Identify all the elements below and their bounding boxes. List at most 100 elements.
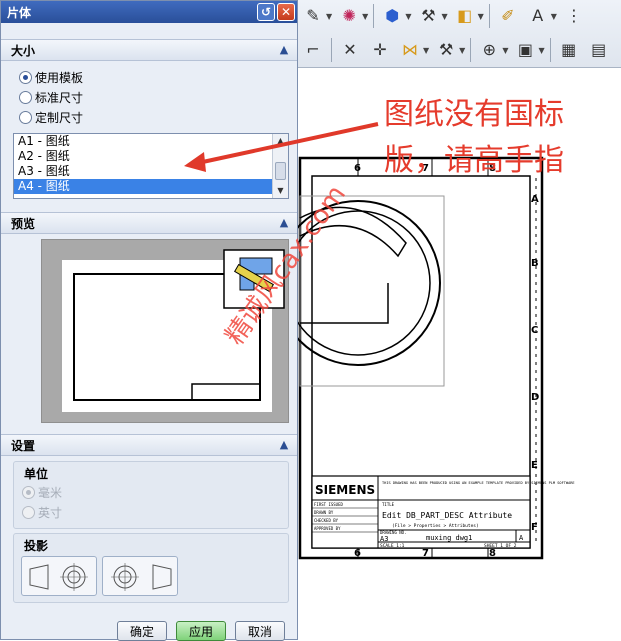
dropdown-icon[interactable]: ▼	[405, 12, 411, 21]
table-tool-icon[interactable]: ▦	[556, 37, 582, 63]
app-toolbar: ✎ ▼ ✺ ▼ ⬢ ▼ ⚒ ▼ ◧ ▼ ✐ A ▼ ⋮ ⌐ ✕ ✛ ⋈ ▼ ⚒ ▼ ⊕ ▼ ▣ ▼ …	[298, 0, 621, 68]
radio-use-template[interactable]: 使用模板	[1, 67, 297, 87]
third-angle-projection-button[interactable]	[102, 556, 178, 596]
dropdown-icon[interactable]: ▼	[326, 12, 332, 21]
toolbar-separator	[331, 38, 332, 62]
zone-letter-right: A	[531, 194, 539, 205]
apply-button[interactable]: 应用	[176, 621, 226, 641]
preview-section-title: 预览	[11, 216, 36, 231]
zone-letter-right: B	[531, 258, 539, 269]
units-group-title: 单位	[24, 467, 49, 481]
cube-tool-icon[interactable]: ⬢	[379, 3, 405, 29]
dropdown-icon[interactable]: ▼	[362, 12, 368, 21]
dropdown-icon[interactable]: ▼	[502, 46, 508, 55]
radio-button	[22, 485, 35, 499]
annotation-text: 图纸没有国标 版，请高手指	[384, 92, 614, 184]
radio-label: 毫米	[38, 485, 63, 500]
units-group: 单位 毫米 英寸	[13, 461, 289, 529]
radio-button[interactable]	[19, 110, 32, 124]
projection-group-title: 投影	[24, 539, 49, 553]
dropdown-icon[interactable]: ▼	[478, 12, 484, 21]
toolbar-row-1: ✎ ▼ ✺ ▼ ⬢ ▼ ⚒ ▼ ◧ ▼ ✐ A ▼ ⋮	[298, 0, 589, 32]
toolbar-row-2: ⌐ ✕ ✛ ⋈ ▼ ⚒ ▼ ⊕ ▼ ▣ ▼ ▦ ▤	[298, 34, 614, 66]
dropdown-icon[interactable]: ▼	[441, 12, 447, 21]
radio-button[interactable]	[19, 70, 32, 84]
collapse-icon[interactable]: ▲	[275, 41, 293, 59]
layout-tool-icon[interactable]: ▤	[586, 37, 612, 63]
dropdown-icon[interactable]: ▼	[423, 46, 429, 55]
close-icon[interactable]: ✕	[277, 3, 295, 21]
dropdown-icon[interactable]: ▼	[459, 46, 465, 55]
toolbar-separator	[549, 38, 551, 62]
collapse-icon[interactable]: ▲	[275, 436, 293, 454]
trim-tool-icon[interactable]: ⋈	[397, 37, 423, 63]
scroll-up-icon[interactable]: ▲	[273, 134, 288, 148]
checked-by-label: CHECKED BY	[314, 518, 339, 523]
image-tool-icon[interactable]: ▣	[512, 37, 538, 63]
ok-button[interactable]: 确定	[117, 621, 167, 641]
note-tool-icon[interactable]: ✐	[495, 3, 521, 29]
drawn-by-label: DRAWN BY	[314, 510, 334, 515]
size-section-header[interactable]: 大小 ▲	[1, 39, 297, 61]
cross-tool-icon[interactable]: ✕	[337, 37, 363, 63]
first-issued-label: FIRST ISSUED	[314, 502, 343, 507]
point-tool-icon[interactable]: ✛	[367, 37, 393, 63]
scroll-thumb[interactable]	[275, 162, 286, 180]
size-options: 使用模板 标准尺寸 定制尺寸	[1, 67, 297, 127]
zone-letter-right: F	[531, 522, 538, 533]
part-profile	[300, 283, 389, 324]
radio-button[interactable]	[19, 90, 32, 104]
zone-number-bottom: 8	[489, 548, 496, 559]
sketch-tool-icon[interactable]: ✎	[300, 3, 326, 29]
first-angle-projection-icon	[29, 563, 88, 591]
toolbar-separator	[488, 4, 490, 28]
toolbar-separator	[470, 38, 472, 62]
more-tool-icon[interactable]: ⋮	[561, 3, 587, 29]
list-item[interactable]: A2 - 图纸	[14, 149, 272, 164]
template-listbox[interactable]: A1 - 图纸 A2 - 图纸 A3 - 图纸 A4 - 图纸 ▲ ▼	[13, 133, 289, 199]
sheet-size: A3	[380, 535, 388, 543]
zone-letter-right: E	[531, 460, 538, 471]
annotation-line: 版，请高手指	[384, 143, 564, 178]
company-name: SIEMENS	[315, 483, 375, 497]
reset-icon[interactable]: ↺	[257, 3, 275, 21]
zone-letter-right: C	[531, 325, 538, 336]
attribute-hint: (File > Properties > Attributes)	[392, 523, 479, 529]
frustum-shape	[152, 564, 172, 590]
paint-tool-icon[interactable]: ⚒	[415, 3, 441, 29]
text-tool-icon[interactable]: A	[525, 3, 551, 29]
settings-section-title: 设置	[11, 438, 36, 453]
dimension-tool-icon[interactable]: ⌐	[300, 37, 326, 63]
settings-section-header[interactable]: 设置 ▲	[1, 434, 297, 456]
toolbar-separator	[373, 4, 375, 28]
color-wheel-icon[interactable]: ✺	[336, 3, 362, 29]
radio-custom-size[interactable]: 定制尺寸	[1, 107, 297, 127]
radio-label: 使用模板	[35, 70, 84, 85]
dialog-titlebar[interactable]: 片体 ↺ ✕	[1, 1, 297, 23]
dropdown-icon[interactable]: ▼	[538, 46, 544, 55]
scale-text: SCALE 1:1	[380, 543, 405, 549]
radio-standard-size[interactable]: 标准尺寸	[1, 87, 297, 107]
zone-letter-right: D	[531, 392, 539, 403]
cancel-button[interactable]: 取消	[235, 621, 285, 641]
list-item-selected[interactable]: A4 - 图纸	[14, 179, 272, 194]
first-angle-projection-button[interactable]	[21, 556, 97, 596]
list-item[interactable]: A3 - 图纸	[14, 164, 272, 179]
preview-section-header[interactable]: 预览 ▲	[1, 212, 297, 234]
third-angle-projection-icon	[111, 563, 172, 591]
hammer-tool-icon[interactable]: ⚒	[433, 37, 459, 63]
box-tool-icon[interactable]: ◧	[452, 3, 478, 29]
list-scrollbar[interactable]: ▲ ▼	[272, 134, 288, 198]
radio-inch: 英寸	[14, 502, 288, 522]
template-notice: THIS DRAWING HAS BEEN PRODUCED USING AN …	[382, 481, 575, 485]
sheet-count: SHEET 1 OF 2	[484, 543, 517, 549]
scroll-down-icon[interactable]: ▼	[273, 184, 288, 198]
radio-label: 英寸	[38, 505, 63, 520]
approved-by-label: APPROVED BY	[314, 526, 341, 531]
size-section-title: 大小	[11, 43, 36, 58]
zone-number-bottom: 7	[422, 548, 429, 559]
dropdown-icon[interactable]: ▼	[551, 12, 557, 21]
list-item[interactable]: A1 - 图纸	[14, 134, 272, 149]
crosshair-icon[interactable]: ⊕	[476, 37, 502, 63]
frustum-shape	[29, 564, 49, 590]
